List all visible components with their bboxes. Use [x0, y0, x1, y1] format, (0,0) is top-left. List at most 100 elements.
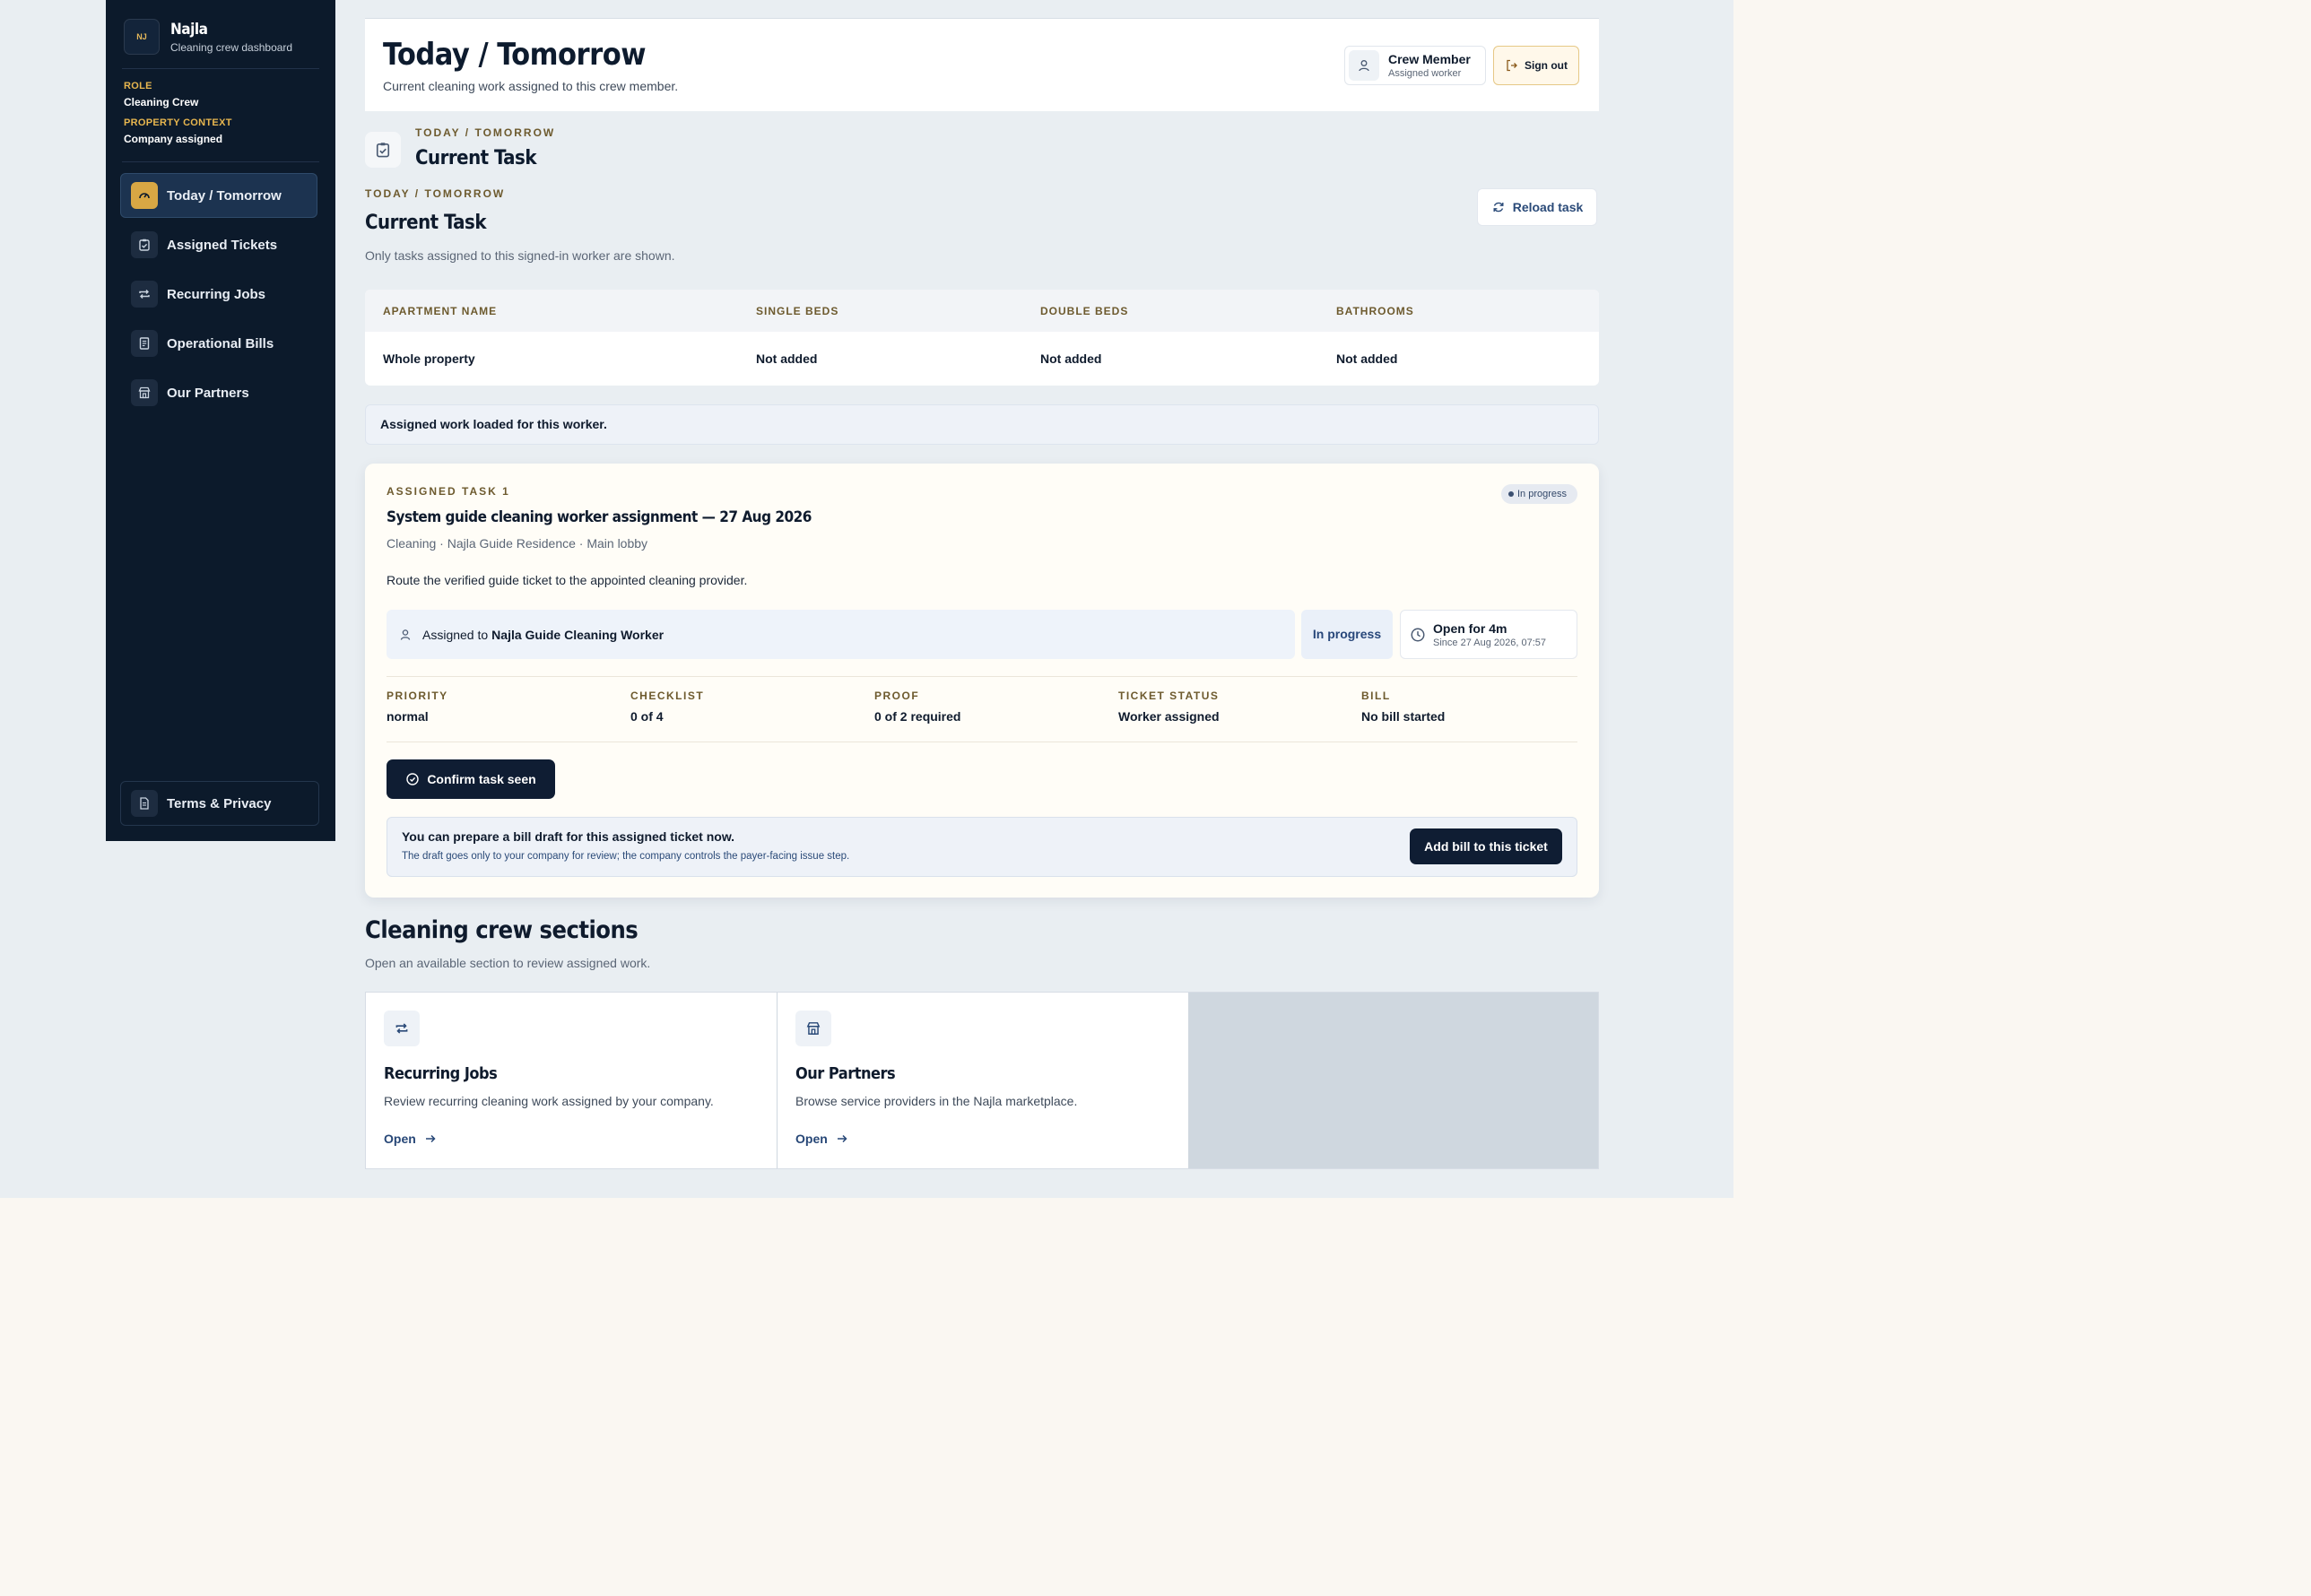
role-value: Cleaning Crew	[124, 96, 199, 108]
stat-priority: PRIORITY normal	[387, 690, 448, 724]
section-title-secondary: Current Task	[365, 212, 486, 234]
brand-logo-text: NJ	[136, 32, 147, 41]
sign-out-icon	[1507, 59, 1517, 72]
clipboard-check-icon	[365, 132, 401, 168]
role-label: ROLE	[124, 81, 152, 91]
app-root: NJ Najla Cleaning crew dashboard ROLE Cl…	[0, 0, 1733, 1198]
stat-bill: BILL No bill started	[1361, 690, 1445, 724]
confirm-task-seen-label: Confirm task seen	[427, 772, 536, 786]
property-context-value: Company assigned	[124, 133, 223, 145]
section-cards: Recurring Jobs Review recurring cleaning…	[365, 992, 1599, 1169]
column-header: BATHROOMS	[1336, 305, 1414, 317]
store-icon	[795, 1011, 831, 1046]
open-for-box: Open for 4m Since 27 Aug 2026, 07:57	[1400, 610, 1577, 659]
stat-label: BILL	[1361, 690, 1391, 702]
terms-label: Terms & Privacy	[167, 795, 272, 811]
bill-notice-subtitle: The draft goes only to your company for …	[402, 851, 850, 862]
card-title: Our Partners	[795, 1064, 896, 1083]
status-message: Assigned work loaded for this worker.	[365, 404, 1599, 445]
bill-draft-notice: You can prepare a bill draft for this as…	[387, 817, 1577, 877]
brand[interactable]: NJ Najla Cleaning crew dashboard	[124, 19, 292, 55]
section-eyebrow: TODAY / TOMORROW	[415, 126, 556, 139]
stat-value: 0 of 4	[630, 709, 664, 724]
assignee-name: Najla Guide Cleaning Worker	[491, 627, 665, 642]
brand-subtitle: Cleaning crew dashboard	[170, 40, 293, 54]
card-description: Browse service providers in the Najla ma…	[795, 1094, 1078, 1108]
stat-value: Worker assigned	[1118, 709, 1220, 724]
card-description: Review recurring cleaning work assigned …	[384, 1094, 714, 1108]
page-header: Today / Tomorrow Current cleaning work a…	[365, 18, 1599, 111]
stat-value: normal	[387, 709, 429, 724]
sidebar-item-operational-bills[interactable]: Operational Bills	[120, 321, 317, 366]
document-icon	[131, 790, 158, 817]
card-title: Recurring Jobs	[384, 1064, 498, 1083]
sidebar-nav: Today / Tomorrow Assigned Tickets Recurr…	[120, 173, 317, 420]
sidebar-item-label: Today / Tomorrow	[167, 187, 282, 204]
bill-notice-title: You can prepare a bill draft for this as…	[402, 829, 735, 844]
section-card-recurring-jobs[interactable]: Recurring Jobs Review recurring cleaning…	[366, 993, 777, 1168]
open-label: Open	[795, 1132, 828, 1146]
open-label: Open	[384, 1132, 416, 1146]
section-subtitle: Only tasks assigned to this signed-in wo…	[365, 248, 675, 263]
reload-task-label: Reload task	[1512, 200, 1584, 214]
stat-proof: PROOF 0 of 2 required	[874, 690, 960, 724]
sign-out-button[interactable]: Sign out	[1493, 46, 1579, 85]
table-cell: Not added	[756, 351, 818, 366]
section-eyebrow-secondary: TODAY / TOMORROW	[365, 187, 506, 200]
stat-value: No bill started	[1361, 709, 1446, 724]
sign-out-label: Sign out	[1525, 59, 1568, 72]
clock-icon	[1411, 628, 1425, 641]
reload-task-button[interactable]: Reload task	[1477, 188, 1597, 226]
property-table: APARTMENT NAME SINGLE BEDS DOUBLE BEDS B…	[365, 290, 1599, 386]
user-icon	[400, 629, 411, 640]
sections-title: Cleaning crew sections	[365, 916, 639, 944]
stat-label: CHECKLIST	[630, 690, 705, 702]
sidebar-item-assigned-tickets[interactable]: Assigned Tickets	[120, 222, 317, 267]
assigned-prefix: Assigned to	[422, 627, 489, 642]
context-block: ROLE Cleaning Crew PROPERTY CONTEXT Comp…	[124, 81, 232, 154]
table-cell: Not added	[1336, 351, 1398, 366]
stat-checklist: CHECKLIST 0 of 4	[630, 690, 704, 724]
page-title: Today / Tomorrow	[383, 37, 646, 73]
stat-value: 0 of 2 required	[874, 709, 961, 724]
terms-privacy-link[interactable]: Terms & Privacy	[120, 781, 319, 826]
sidebar-item-label: Recurring Jobs	[167, 286, 266, 302]
sidebar-divider	[122, 68, 319, 69]
section-title: Current Task	[415, 147, 536, 169]
user-name: Crew Member	[1388, 52, 1471, 66]
section-card-our-partners[interactable]: Our Partners Browse service providers in…	[778, 993, 1188, 1168]
table-cell: Whole property	[383, 351, 475, 366]
sidebar-item-today-tomorrow[interactable]: Today / Tomorrow	[120, 173, 317, 218]
column-header: DOUBLE BEDS	[1040, 305, 1129, 317]
card-open-link[interactable]: Open	[384, 1132, 438, 1146]
store-icon	[131, 379, 158, 406]
task-card: ASSIGNED TASK 1 In progress System guide…	[365, 464, 1599, 898]
page-subtitle: Current cleaning work assigned to this c…	[383, 79, 679, 93]
task-eyebrow: ASSIGNED TASK 1	[387, 485, 510, 498]
user-card[interactable]: Crew Member Assigned worker	[1344, 46, 1486, 85]
card-open-link[interactable]: Open	[795, 1132, 849, 1146]
clipboard-check-icon	[131, 231, 158, 258]
add-bill-button[interactable]: Add bill to this ticket	[1410, 828, 1562, 864]
gauge-icon	[131, 182, 158, 209]
confirm-task-seen-button[interactable]: Confirm task seen	[387, 759, 555, 799]
sidebar-item-label: Operational Bills	[167, 335, 274, 351]
user-icon	[1349, 50, 1379, 81]
column-header: SINGLE BEDS	[756, 305, 839, 317]
sidebar-item-label: Our Partners	[167, 385, 249, 401]
sidebar-item-label: Assigned Tickets	[167, 237, 278, 253]
sidebar: NJ Najla Cleaning crew dashboard ROLE Cl…	[106, 0, 335, 841]
refresh-icon	[1493, 202, 1504, 213]
sidebar-item-our-partners[interactable]: Our Partners	[120, 370, 317, 415]
user-role: Assigned worker	[1388, 68, 1462, 79]
arrow-right-icon	[425, 1134, 436, 1143]
stat-ticket-status: TICKET STATUS Worker assigned	[1118, 690, 1220, 724]
check-circle-icon	[406, 773, 420, 785]
status-badge: In progress	[1500, 484, 1577, 504]
property-context-label: PROPERTY CONTEXT	[124, 117, 232, 128]
sidebar-item-recurring-jobs[interactable]: Recurring Jobs	[120, 272, 317, 317]
sections-subtitle: Open an available section to review assi…	[365, 956, 651, 970]
task-description: Route the verified guide ticket to the a…	[387, 573, 748, 587]
repeat-icon	[384, 1011, 420, 1046]
brand-logo-icon: NJ	[124, 19, 160, 55]
